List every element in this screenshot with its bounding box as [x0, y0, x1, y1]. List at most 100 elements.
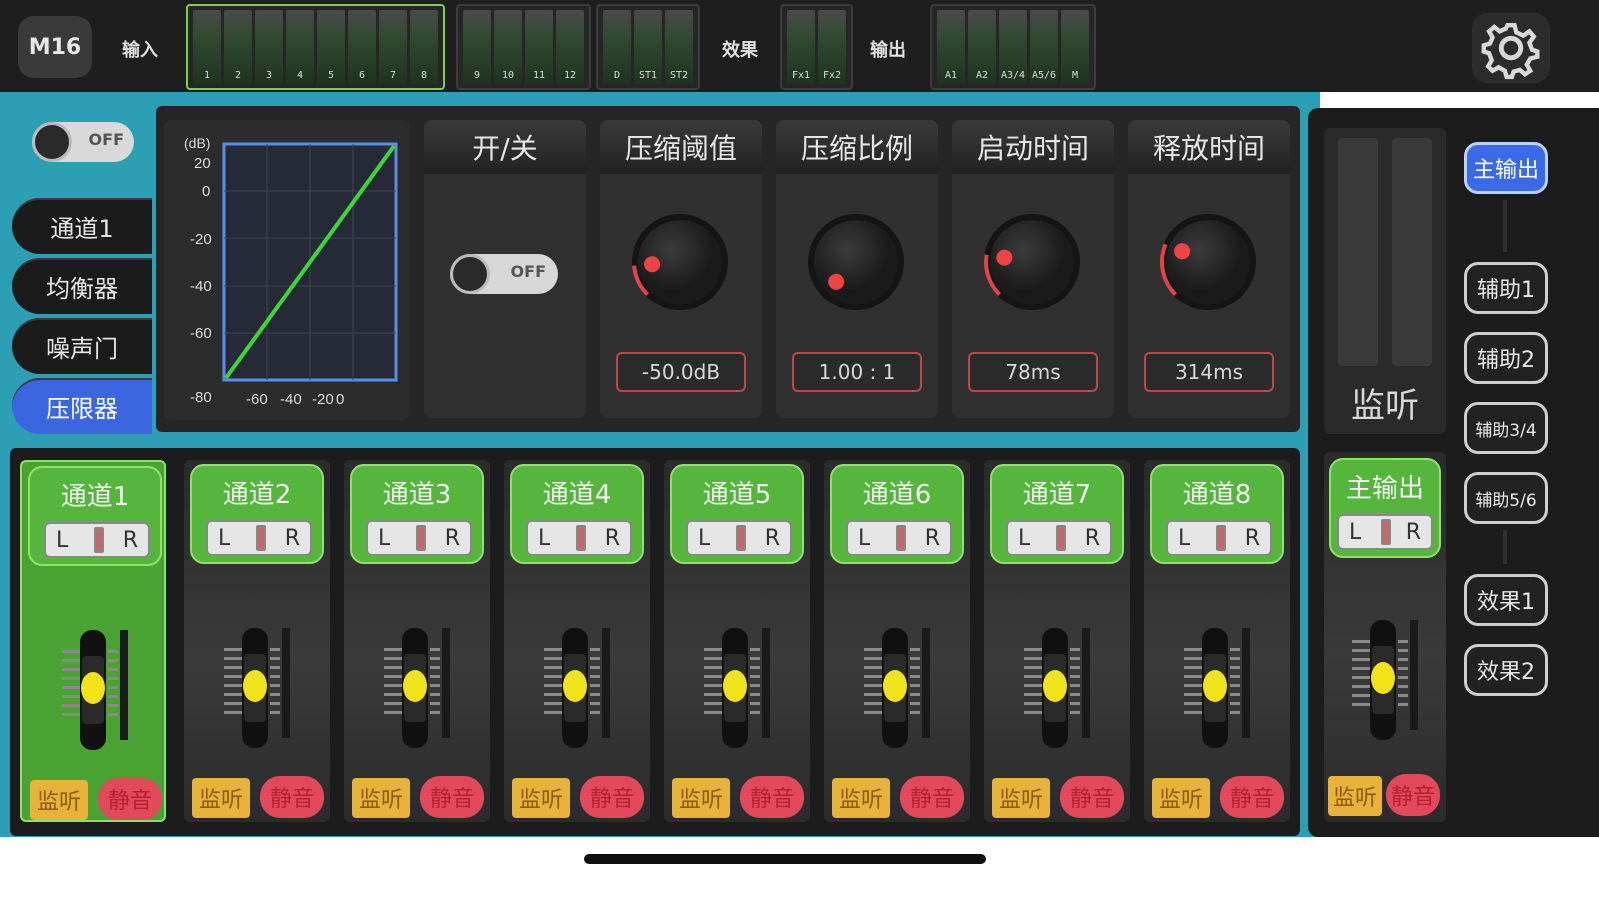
pan-handle[interactable]: [256, 525, 266, 551]
channel-header[interactable]: 通道6 L R: [830, 464, 964, 564]
meter-group-inputs-9-12[interactable]: 9 10 11 12: [456, 4, 591, 90]
channel-header[interactable]: 通道7 L R: [990, 464, 1124, 564]
meter-group-outputs[interactable]: A1 A2 A3/4 A5/6 M: [930, 4, 1096, 90]
meter-group-fx[interactable]: Fx1 Fx2: [780, 4, 853, 90]
channel-strip[interactable]: 通道3 L R 监听 静音: [344, 460, 490, 822]
pan-slider[interactable]: LR: [686, 520, 792, 556]
channel-fader[interactable]: [854, 628, 944, 748]
route-aux1-button[interactable]: 辅助1: [1464, 262, 1548, 314]
release-knob[interactable]: [1158, 202, 1258, 322]
pan-handle[interactable]: [416, 525, 426, 551]
channel-header[interactable]: 通道4 L R: [510, 464, 644, 564]
channel-strip[interactable]: 通道6 L R 监听 静音: [824, 460, 970, 822]
master-monitor-button[interactable]: 监听: [1328, 776, 1382, 816]
fader-cap[interactable]: [723, 670, 747, 702]
channel-fader[interactable]: [1174, 628, 1264, 748]
nav-eq-button[interactable]: 均衡器: [12, 258, 152, 314]
monitor-button[interactable]: 监听: [672, 778, 730, 818]
channel-fader[interactable]: [374, 628, 464, 748]
dynamics-power-toggle[interactable]: OFF: [32, 122, 134, 162]
pan-slider[interactable]: LR: [1166, 520, 1272, 556]
fader-cap[interactable]: [1203, 670, 1227, 702]
pan-handle[interactable]: [1381, 519, 1391, 545]
monitor-button[interactable]: 监听: [512, 778, 570, 818]
meter-group-digital-stereo[interactable]: D ST1 ST2: [596, 4, 700, 90]
pan-slider[interactable]: LR: [846, 520, 952, 556]
pan-slider[interactable]: LR: [366, 520, 472, 556]
meter-group-inputs-1-8[interactable]: 1 2 3 4 5 6 7 8: [186, 4, 445, 90]
channel-fader[interactable]: [534, 628, 624, 748]
mute-button[interactable]: 静音: [98, 778, 162, 820]
nav-compressor-button[interactable]: 压限器: [12, 378, 152, 434]
threshold-value[interactable]: -50.0dB: [616, 352, 746, 392]
fader-cap[interactable]: [243, 670, 267, 702]
home-indicator[interactable]: [584, 854, 986, 864]
compressor-enable-toggle[interactable]: OFF: [450, 254, 558, 294]
master-mute-button[interactable]: 静音: [1386, 774, 1440, 816]
monitor-button[interactable]: 监听: [832, 778, 890, 818]
fader-cap[interactable]: [1371, 662, 1395, 694]
route-aux2-button[interactable]: 辅助2: [1464, 332, 1548, 384]
master-strip[interactable]: 主输出 L R 监听 静音: [1324, 452, 1446, 822]
mute-button[interactable]: 静音: [420, 776, 484, 818]
nav-gate-button[interactable]: 噪声门: [12, 318, 152, 374]
channel-header[interactable]: 通道8 L R: [1150, 464, 1284, 564]
monitor-button[interactable]: 监听: [352, 778, 410, 818]
pan-slider[interactable]: LR: [1006, 520, 1112, 556]
channel-header[interactable]: 通道1 L R: [28, 466, 162, 566]
channel-fader[interactable]: [52, 630, 142, 750]
channel-strip[interactable]: 通道8 L R 监听 静音: [1144, 460, 1290, 822]
pan-handle[interactable]: [94, 527, 104, 553]
fader-cap[interactable]: [81, 672, 105, 704]
route-aux34-button[interactable]: 辅助3/4: [1464, 402, 1548, 454]
channel-fader[interactable]: [694, 628, 784, 748]
monitor-button[interactable]: 监听: [992, 778, 1050, 818]
mute-button[interactable]: 静音: [740, 776, 804, 818]
pan-slider[interactable]: LR: [526, 520, 632, 556]
channel-header[interactable]: 通道3 L R: [350, 464, 484, 564]
pan-slider[interactable]: LR: [44, 522, 150, 558]
pan-handle[interactable]: [1056, 525, 1066, 551]
pan-handle[interactable]: [896, 525, 906, 551]
threshold-knob[interactable]: [630, 202, 730, 322]
route-aux56-button[interactable]: 辅助5/6: [1464, 472, 1548, 524]
fader-cap[interactable]: [1043, 670, 1067, 702]
channel-fader[interactable]: [1014, 628, 1104, 748]
monitor-button[interactable]: 监听: [1152, 778, 1210, 818]
release-value[interactable]: 314ms: [1144, 352, 1274, 392]
channel-strip[interactable]: 通道2 L R 监听 静音: [184, 460, 330, 822]
attack-knob[interactable]: [982, 202, 1082, 322]
monitor-button[interactable]: 监听: [30, 780, 88, 820]
nav-channel1-button[interactable]: 通道1: [12, 198, 152, 254]
channel-fader[interactable]: [214, 628, 304, 748]
mute-button[interactable]: 静音: [1060, 776, 1124, 818]
mute-button[interactable]: 静音: [260, 776, 324, 818]
monitor-button[interactable]: 监听: [192, 778, 250, 818]
channel-strip[interactable]: 通道7 L R 监听 静音: [984, 460, 1130, 822]
channel-fader[interactable]: [1342, 620, 1432, 740]
master-pan-slider[interactable]: LR: [1337, 514, 1433, 550]
pan-handle[interactable]: [736, 525, 746, 551]
mute-button[interactable]: 静音: [900, 776, 964, 818]
channel-header[interactable]: 通道5 L R: [670, 464, 804, 564]
channel-header[interactable]: 通道2 L R: [190, 464, 324, 564]
fader-cap[interactable]: [563, 670, 587, 702]
attack-value[interactable]: 78ms: [968, 352, 1098, 392]
master-header[interactable]: 主输出 L R: [1329, 458, 1441, 558]
pan-slider[interactable]: LR: [206, 520, 312, 556]
route-main-out-button[interactable]: 主输出: [1464, 142, 1548, 194]
pan-handle[interactable]: [1216, 525, 1226, 551]
mute-button[interactable]: 静音: [580, 776, 644, 818]
mute-button[interactable]: 静音: [1220, 776, 1284, 818]
pan-handle[interactable]: [576, 525, 586, 551]
route-fx2-button[interactable]: 效果2: [1464, 644, 1548, 696]
settings-gear-icon[interactable]: [1472, 12, 1550, 84]
fader-cap[interactable]: [883, 670, 907, 702]
channel-strip[interactable]: 通道4 L R 监听 静音: [504, 460, 650, 822]
fader-cap[interactable]: [403, 670, 427, 702]
channel-strip[interactable]: 通道1 L R 监听 静音: [20, 460, 166, 822]
device-button[interactable]: M16: [18, 16, 92, 78]
ratio-knob[interactable]: [806, 202, 906, 322]
ratio-value[interactable]: 1.00 : 1: [792, 352, 922, 392]
route-fx1-button[interactable]: 效果1: [1464, 574, 1548, 626]
